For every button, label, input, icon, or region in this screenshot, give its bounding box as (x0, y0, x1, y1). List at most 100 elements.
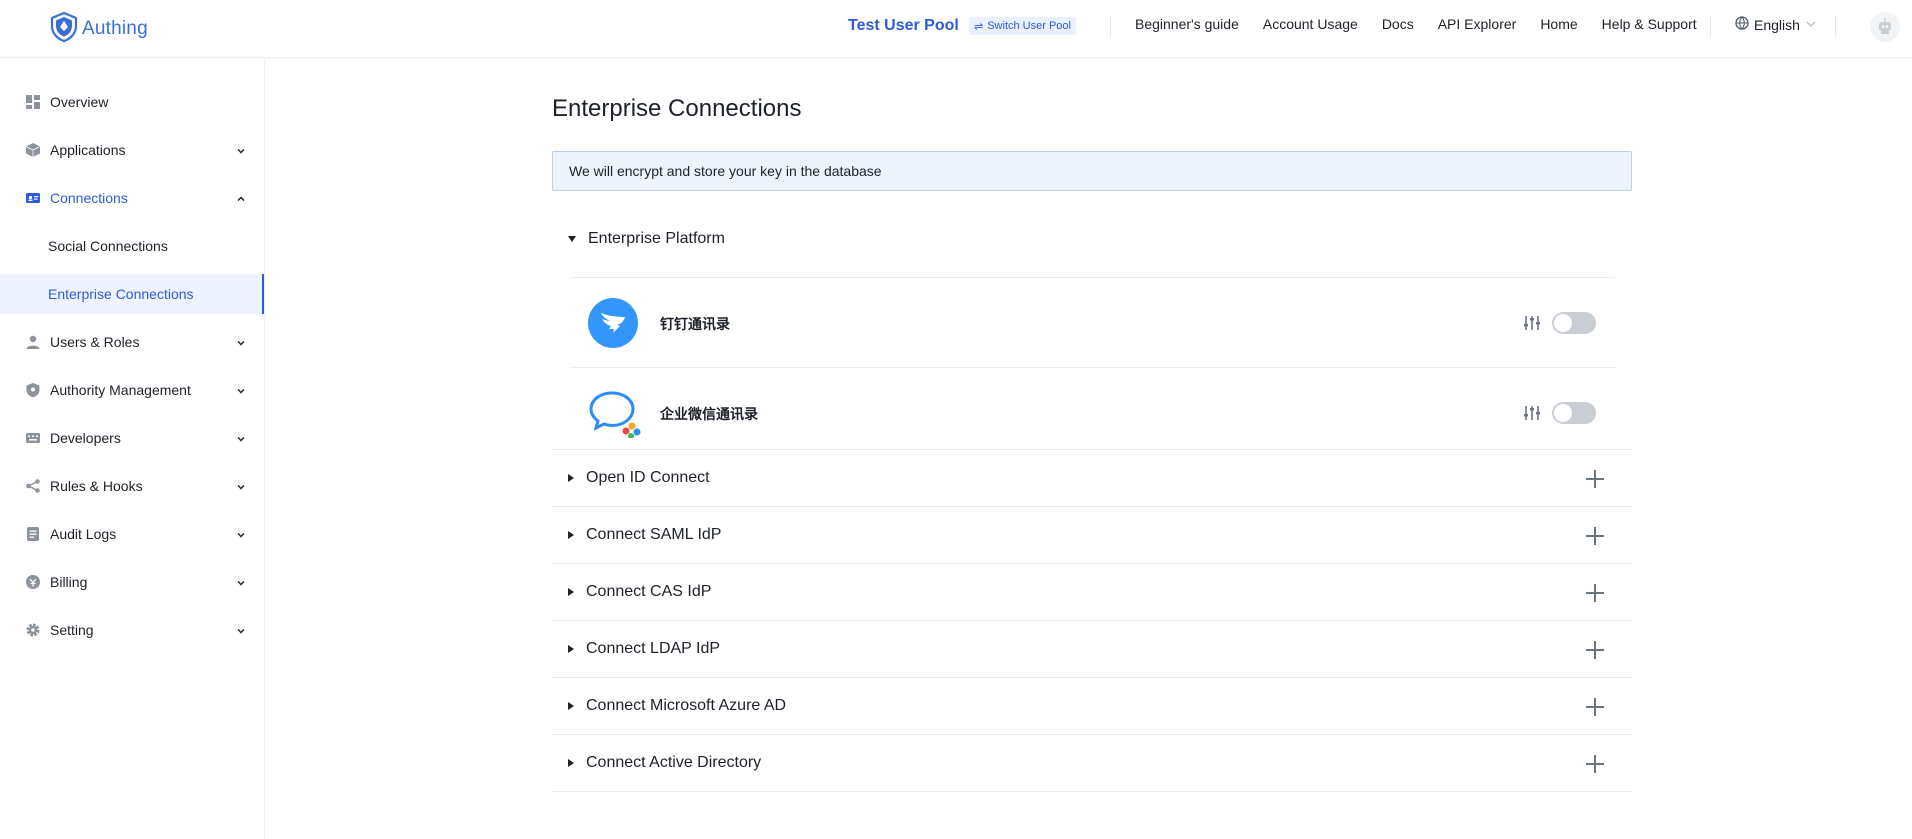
sidebar-item-developers[interactable]: Developers (0, 418, 264, 458)
caret-right-icon (568, 702, 574, 710)
notice-text: We will encrypt and store your key in th… (569, 163, 882, 179)
swap-icon: ⇌ (974, 20, 984, 33)
avatar[interactable] (1870, 12, 1900, 42)
sidebar-item-authority-management[interactable]: Authority Management (0, 370, 264, 410)
platform-name: 企业微信通讯录 (660, 407, 758, 423)
settings-sliders-icon[interactable] (1523, 404, 1541, 422)
billing-icon (24, 573, 42, 591)
sidebar-item-audit-logs[interactable]: Audit Logs (0, 514, 264, 554)
chevron-down-icon (236, 335, 246, 351)
section-connect-cas-idp[interactable]: Connect CAS IdP (552, 564, 1632, 621)
sidebar-subitem-social-connections[interactable]: Social Connections (0, 226, 264, 266)
sidebar-item-label: Authority Management (50, 382, 191, 398)
plus-icon[interactable] (1586, 527, 1604, 545)
chevron-down-icon (236, 383, 246, 399)
nav-beginners-guide[interactable]: Beginner's guide (1135, 16, 1239, 32)
id-card-icon (24, 189, 42, 207)
nav-home[interactable]: Home (1540, 16, 1577, 32)
logo-text: Authing (82, 17, 148, 39)
sidebar-item-label: Billing (50, 574, 88, 590)
switch-user-pool-label: Switch User Pool (987, 20, 1071, 32)
plus-icon[interactable] (1586, 641, 1604, 659)
plus-icon[interactable] (1586, 755, 1604, 773)
cube-icon (24, 141, 42, 159)
top-nav: Beginner's guide Account Usage Docs API … (1135, 16, 1697, 32)
nav-help-support[interactable]: Help & Support (1602, 16, 1697, 32)
section-connect-active-directory[interactable]: Connect Active Directory (552, 735, 1632, 792)
header-divider (1110, 15, 1111, 37)
sidebar-item-setting[interactable]: Setting (0, 610, 264, 650)
sidebar-item-label: Connections (50, 190, 128, 206)
caret-right-icon (568, 759, 574, 767)
shield-icon (24, 381, 42, 399)
sidebar-subitem-enterprise-connections[interactable]: Enterprise Connections (0, 274, 264, 314)
caret-right-icon (568, 588, 574, 596)
section-connect-saml-idp[interactable]: Connect SAML IdP (552, 507, 1632, 564)
chevron-down-icon (236, 479, 246, 495)
sidebar-item-label: Overview (50, 94, 109, 110)
section-connect-ldap-idp[interactable]: Connect LDAP IdP (552, 621, 1632, 678)
language-label: English (1754, 16, 1800, 33)
page-title: Enterprise Connections (552, 95, 802, 122)
section-connect-azure-ad[interactable]: Connect Microsoft Azure AD (552, 678, 1632, 735)
section-title: Connect LDAP IdP (586, 640, 721, 657)
chevron-down-icon (236, 623, 246, 639)
section-title: Open ID Connect (586, 469, 710, 486)
section-enterprise-platform[interactable]: Enterprise Platform (552, 210, 1632, 267)
platform-row-wecom: 企业微信通讯录 (570, 367, 1615, 457)
section-title: Connect CAS IdP (586, 583, 712, 600)
chevron-down-icon (236, 431, 246, 447)
info-notice: We will encrypt and store your key in th… (552, 151, 1632, 191)
dashboard-icon (24, 93, 42, 111)
wecom-logo-icon (588, 388, 641, 439)
sidebar-item-applications[interactable]: Applications (0, 130, 264, 170)
sidebar-item-label: Applications (50, 142, 126, 158)
sidebar-subitem-label: Enterprise Connections (48, 286, 194, 302)
user-icon (24, 333, 42, 351)
caret-right-icon (568, 531, 574, 539)
sidebar-item-users-roles[interactable]: Users & Roles (0, 322, 264, 362)
language-selector[interactable]: English (1735, 16, 1817, 33)
settings-sliders-icon[interactable] (1523, 314, 1541, 332)
plus-icon[interactable] (1586, 470, 1604, 488)
chevron-down-icon (1805, 17, 1817, 33)
user-pool-name: Test User Pool (848, 17, 959, 34)
sidebar-item-label: Setting (50, 622, 94, 638)
plus-icon[interactable] (1586, 584, 1604, 602)
nav-api-explorer[interactable]: API Explorer (1438, 16, 1517, 32)
switch-user-pool-button[interactable]: ⇌ Switch User Pool (969, 17, 1076, 35)
section-title: Connect Microsoft Azure AD (586, 697, 787, 714)
section-title: Connect Active Directory (586, 754, 762, 771)
sidebar-item-billing[interactable]: Billing (0, 562, 264, 602)
caret-right-icon (568, 645, 574, 653)
chevron-down-icon (236, 527, 246, 543)
chevron-down-icon (236, 143, 246, 159)
log-icon (24, 525, 42, 543)
sidebar-item-connections[interactable]: Connections (0, 178, 264, 218)
caret-right-icon (568, 474, 574, 482)
sidebar-subitem-label: Social Connections (48, 238, 168, 254)
plus-icon[interactable] (1586, 698, 1604, 716)
nav-account-usage[interactable]: Account Usage (1263, 16, 1358, 32)
sidebar-item-label: Rules & Hooks (50, 478, 143, 494)
section-title: Enterprise Platform (588, 229, 725, 247)
shield-logo-icon (50, 11, 78, 45)
nav-docs[interactable]: Docs (1382, 16, 1414, 32)
dingtalk-logo-icon (588, 298, 638, 348)
sidebar-item-overview[interactable]: Overview (0, 82, 264, 122)
sidebar-item-label: Users & Roles (50, 334, 140, 350)
header-divider (1835, 15, 1836, 37)
platform-row-dingtalk: 钉钉通讯录 (570, 277, 1615, 367)
gear-icon (24, 621, 42, 639)
top-header: Authing Test User Pool ⇌ Switch User Poo… (0, 0, 1912, 58)
authing-logo[interactable]: Authing (50, 11, 148, 45)
dingtalk-enable-toggle[interactable] (1552, 312, 1596, 334)
sidebar: Overview Applications Connections Social… (0, 58, 265, 839)
keyboard-icon (24, 429, 42, 447)
sidebar-item-rules-hooks[interactable]: Rules & Hooks (0, 466, 264, 506)
platform-name: 钉钉通讯录 (660, 317, 730, 333)
chevron-up-icon (236, 191, 246, 207)
wecom-enable-toggle[interactable] (1552, 402, 1596, 424)
caret-down-icon (568, 235, 576, 242)
section-open-id-connect[interactable]: Open ID Connect (552, 450, 1632, 507)
